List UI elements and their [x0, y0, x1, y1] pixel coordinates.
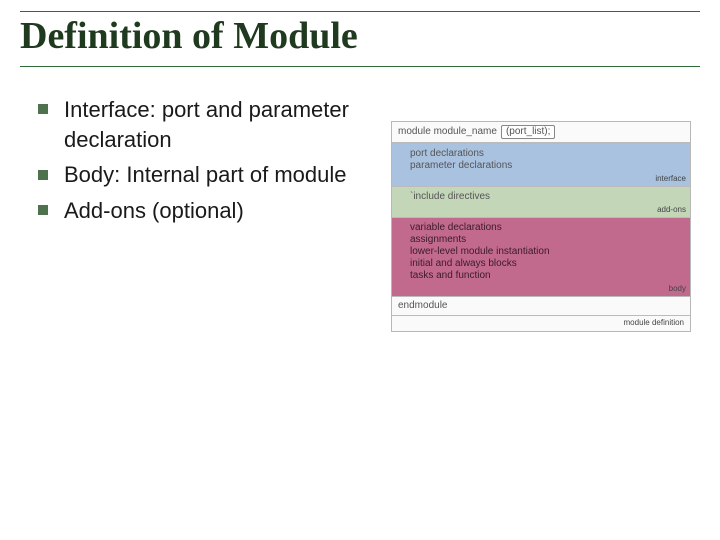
content-row: Interface: port and parameter declaratio…: [20, 95, 700, 332]
bullet-item: Add-ons (optional): [38, 196, 373, 226]
bullet-item: Interface: port and parameter declaratio…: [38, 95, 373, 154]
port-list-chip: (port_list);: [501, 125, 555, 139]
slide-title: Definition of Module: [20, 14, 372, 58]
body-line: assignments: [410, 234, 684, 246]
body-line: initial and always blocks: [410, 258, 684, 270]
body-line: variable declarations: [410, 222, 684, 234]
module-definition-tag: module definition: [392, 315, 690, 331]
bullet-list: Interface: port and parameter declaratio…: [38, 95, 373, 226]
footer-section: endmodule: [392, 296, 690, 315]
endmodule-footer: endmodule: [392, 297, 690, 315]
addons-section: `include directives add-ons: [392, 186, 690, 217]
interface-line: parameter declarations: [410, 160, 684, 172]
title-wrap: Definition of Module: [20, 12, 700, 67]
body-body: variable declarations assignments lower-…: [392, 218, 690, 296]
slide: Definition of Module Interface: port and…: [0, 0, 720, 540]
addons-tag: add-ons: [657, 205, 686, 215]
bullet-column: Interface: port and parameter declaratio…: [38, 95, 373, 232]
body-line: lower-level module instantiation: [410, 246, 684, 258]
interface-tag: interface: [655, 174, 686, 184]
module-diagram: module module_name (port_list); port dec…: [391, 121, 691, 332]
body-line: tasks and function: [410, 270, 684, 282]
module-header: module module_name (port_list);: [392, 122, 690, 143]
module-header-text: module module_name: [398, 126, 497, 138]
interface-body: port declarations parameter declarations…: [392, 144, 690, 186]
addons-body: `include directives add-ons: [392, 187, 690, 217]
diagram-header-section: module module_name (port_list);: [392, 122, 690, 143]
interface-line: port declarations: [410, 148, 684, 160]
interface-section: port declarations parameter declarations…: [392, 143, 690, 186]
addons-line: `include directives: [410, 191, 684, 203]
diagram-column: module module_name (port_list); port dec…: [391, 121, 691, 332]
body-tag: body: [669, 284, 686, 294]
bullet-item: Body: Internal part of module: [38, 160, 373, 190]
body-section: variable declarations assignments lower-…: [392, 217, 690, 296]
